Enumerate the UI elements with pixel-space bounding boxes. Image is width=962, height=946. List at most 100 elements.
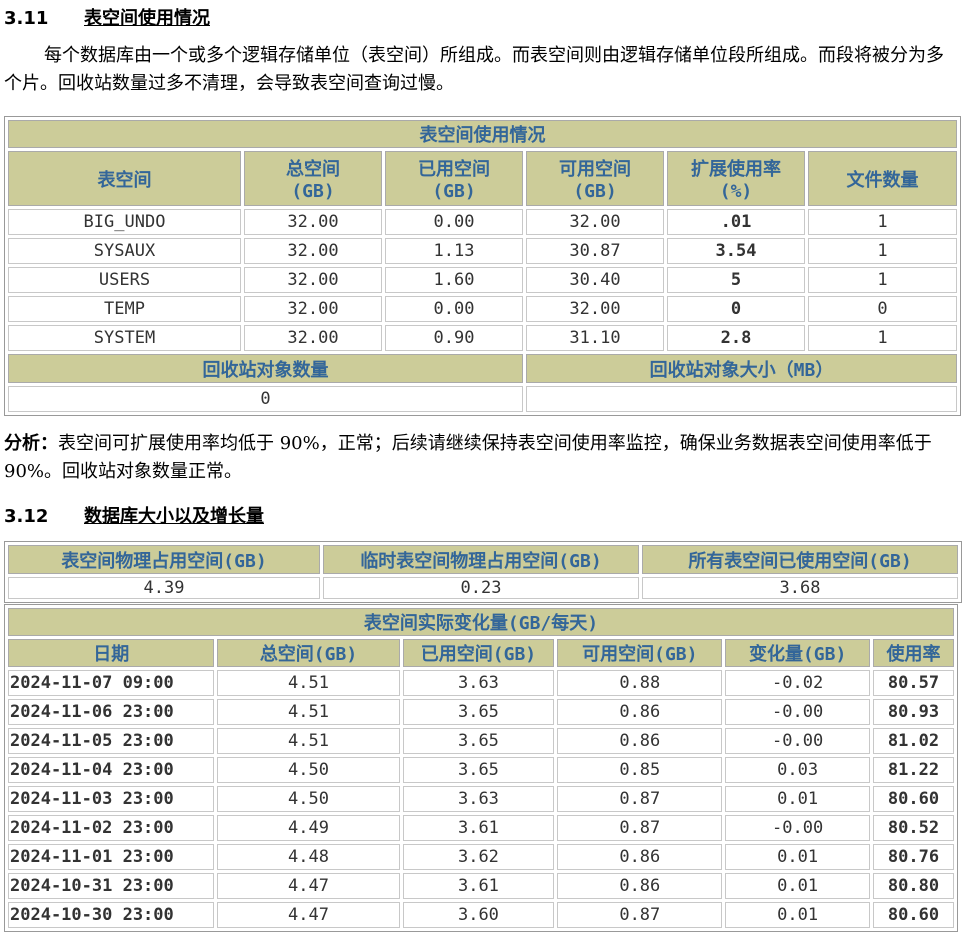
summary-header-temp: 临时表空间物理占用空间(GB) (323, 545, 639, 574)
col-header-used: 已用空间(GB) (385, 151, 523, 206)
recycle-count-header: 回收站对象数量 (8, 354, 523, 383)
date-cell: 2024-11-06 23:00 (8, 699, 215, 725)
date-cell: 2024-11-07 09:00 (8, 670, 215, 696)
table-row: 2024-11-07 09:00 4.51 3.63 0.88 -0.02 80.57 (8, 670, 954, 696)
col-header-total: 总空间(GB) (244, 151, 382, 206)
table-row: TEMP 32.00 0.00 32.00 0 0 (8, 296, 958, 322)
value-cell: -0.00 (725, 699, 870, 725)
summary-header-physical: 表空间物理占用空间(GB) (8, 545, 320, 574)
table-row: 2024-11-06 23:00 4.51 3.65 0.86 -0.00 80.93 (8, 699, 954, 725)
summary-value-temp: 0.23 (323, 577, 639, 599)
value-cell: 0.01 (725, 844, 870, 870)
value-cell: 0.87 (557, 902, 723, 928)
recycle-size-header: 回收站对象大小（MB） (526, 354, 958, 383)
value-cell: 81.02 (872, 728, 954, 754)
col-header-file-count: 文件数量 (808, 151, 958, 206)
summary-value-used: 3.68 (642, 577, 958, 599)
recycle-count-value: 0 (8, 386, 523, 412)
value-cell: 0.87 (557, 815, 723, 841)
value-cell: 0.86 (557, 844, 723, 870)
table-row: 2024-11-05 23:00 4.51 3.65 0.86 -0.00 81.02 (8, 728, 954, 754)
value-cell: -0.02 (725, 670, 870, 696)
value-cell: 3.65 (402, 699, 555, 725)
col-header-usage: 使用率 (872, 639, 954, 667)
col-header-total: 总空间(GB) (217, 639, 400, 667)
value-cell: 80.52 (872, 815, 954, 841)
table-row: BIG_UNDO 32.00 0.00 32.00 .01 1 (8, 209, 958, 235)
col-header-date: 日期 (8, 639, 215, 667)
table-row: SYSTEM 32.00 0.90 31.10 2.8 1 (8, 325, 958, 351)
analysis-text: 表空间可扩展使用率均低于 90%，正常；后续请继续保持表空间使用率监控，确保业务… (4, 433, 932, 482)
recycle-size-value (526, 386, 958, 412)
value-cell: 80.60 (872, 786, 954, 812)
analysis-label: 分析： (4, 433, 58, 454)
table-row: 2024-10-31 23:00 4.47 3.61 0.86 0.01 80.80 (8, 873, 954, 899)
value-cell: 3.63 (402, 670, 555, 696)
table-row: USERS 32.00 1.60 30.40 5 1 (8, 267, 958, 293)
value-cell: 81.22 (872, 757, 954, 783)
section-title: 数据库大小以及增长量 (84, 506, 264, 527)
table-row: 2024-11-03 23:00 4.50 3.63 0.87 0.01 80.60 (8, 786, 954, 812)
value-cell: 0.88 (557, 670, 723, 696)
summary-header-used: 所有表空间已使用空间(GB) (642, 545, 958, 574)
col-header-tablespace: 表空间 (8, 151, 241, 206)
section-title: 表空间使用情况 (84, 8, 210, 29)
col-header-delta: 变化量(GB) (725, 639, 870, 667)
value-cell: 4.48 (217, 844, 400, 870)
value-cell: 0.01 (725, 786, 870, 812)
intro-paragraph: 每个数据库由一个或多个逻辑存储单位（表空间）所组成。而表空间则由逻辑存储单位段所… (4, 45, 944, 94)
change-caption: 表空间实际变化量(GB/每天) (8, 608, 954, 636)
value-cell: 3.61 (402, 873, 555, 899)
tablespace-change-table: 表空间实际变化量(GB/每天) 日期 总空间(GB) 已用空间(GB) 可用空间… (4, 604, 958, 932)
date-cell: 2024-11-02 23:00 (8, 815, 215, 841)
date-cell: 2024-10-30 23:00 (8, 902, 215, 928)
value-cell: 4.47 (217, 902, 400, 928)
table-row: 2024-11-04 23:00 4.50 3.65 0.85 0.03 81.22 (8, 757, 954, 783)
table-row: 2024-11-01 23:00 4.48 3.62 0.86 0.01 80.76 (8, 844, 954, 870)
value-cell: 0.01 (725, 873, 870, 899)
col-header-free: 可用空间(GB) (526, 151, 664, 206)
value-cell: 80.93 (872, 699, 954, 725)
value-cell: 3.61 (402, 815, 555, 841)
col-header-ext-usage: 扩展使用率 (%) (667, 151, 805, 206)
value-cell: 4.50 (217, 786, 400, 812)
table-row: SYSAUX 32.00 1.13 30.87 3.54 1 (8, 238, 958, 264)
value-cell: 80.80 (872, 873, 954, 899)
value-cell: 80.60 (872, 902, 954, 928)
value-cell: 3.63 (402, 786, 555, 812)
value-cell: 3.65 (402, 728, 555, 754)
value-cell: 4.50 (217, 757, 400, 783)
value-cell: 4.47 (217, 873, 400, 899)
section-3-11-heading: 3.11 表空间使用情况 (4, 4, 210, 30)
table-row: 2024-11-02 23:00 4.49 3.61 0.87 -0.00 80.52 (8, 815, 954, 841)
analysis-paragraph: 分析：表空间可扩展使用率均低于 90%，正常；后续请继续保持表空间使用率监控，确… (4, 430, 958, 486)
value-cell: 3.65 (402, 757, 555, 783)
value-cell: 4.51 (217, 728, 400, 754)
section-3-12-heading: 3.12 数据库大小以及增长量 (4, 502, 264, 528)
col-header-used: 已用空间(GB) (402, 639, 555, 667)
value-cell: 0.01 (725, 902, 870, 928)
value-cell: -0.00 (725, 728, 870, 754)
value-cell: -0.00 (725, 815, 870, 841)
value-cell: 4.51 (217, 699, 400, 725)
date-cell: 2024-10-31 23:00 (8, 873, 215, 899)
value-cell: 80.57 (872, 670, 954, 696)
date-cell: 2024-11-03 23:00 (8, 786, 215, 812)
table-caption: 表空间使用情况 (8, 120, 958, 148)
section-number: 3.12 (4, 506, 49, 527)
value-cell: 0.85 (557, 757, 723, 783)
value-cell: 0.86 (557, 873, 723, 899)
value-cell: 4.51 (217, 670, 400, 696)
value-cell: 0.03 (725, 757, 870, 783)
change-rows: 2024-11-07 09:00 4.51 3.63 0.88 -0.02 80.57 20… (8, 670, 954, 928)
tablespace-usage-table: 表空间使用情况 表空间 总空间 (GB) 已用空间 (GB) 可用空间 (GB) 扩展… (4, 116, 962, 416)
value-cell: 0.87 (557, 786, 723, 812)
value-cell: 80.76 (872, 844, 954, 870)
date-cell: 2024-11-04 23:00 (8, 757, 215, 783)
value-cell: 0.86 (557, 728, 723, 754)
value-cell: 4.49 (217, 815, 400, 841)
summary-value-physical: 4.39 (8, 577, 320, 599)
db-size-summary-table: 表空间物理占用空间(GB) 临时表空间物理占用空间(GB) 所有表空间已使用空间… (4, 541, 962, 603)
date-cell: 2024-11-01 23:00 (8, 844, 215, 870)
date-cell: 2024-11-05 23:00 (8, 728, 215, 754)
